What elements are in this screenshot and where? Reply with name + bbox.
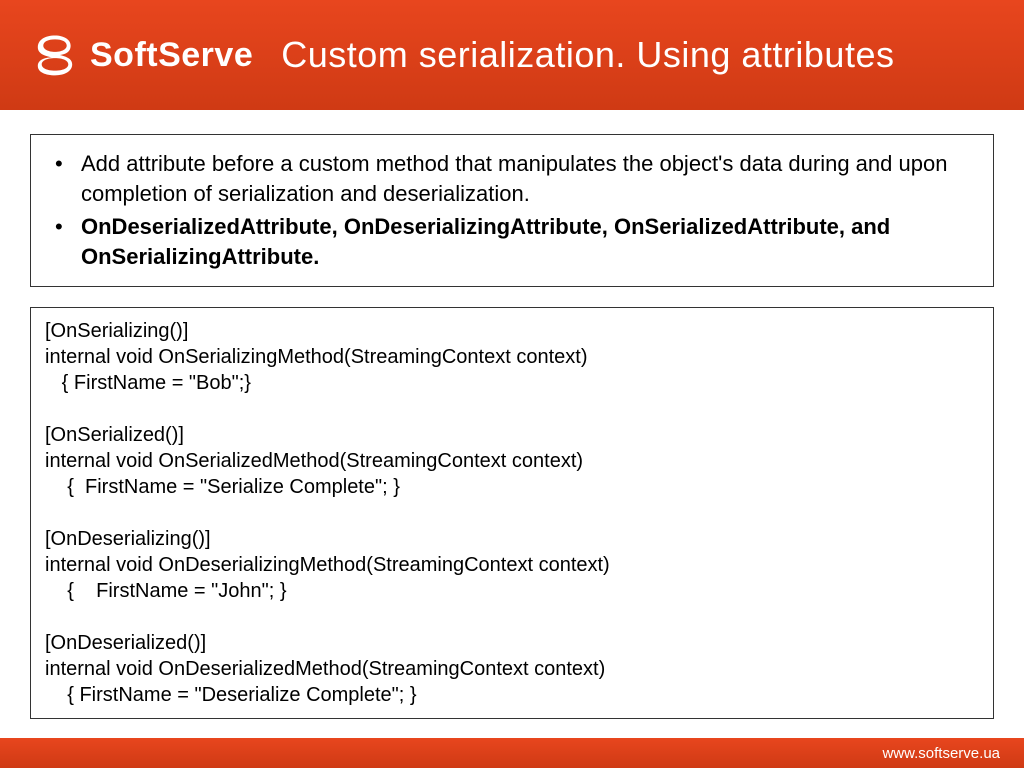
- softserve-logo-icon: [30, 30, 80, 80]
- header-bar: SoftServe Custom serialization. Using at…: [0, 0, 1024, 110]
- bullet-text: OnDeserializedAttribute, OnDeserializing…: [81, 214, 890, 269]
- slide-title: Custom serialization. Using attributes: [281, 34, 894, 76]
- bullet-item: OnDeserializedAttribute, OnDeserializing…: [45, 212, 979, 271]
- bullet-list: Add attribute before a custom method tha…: [45, 149, 979, 272]
- code-box: [OnSerializing()] internal void OnSerial…: [30, 307, 994, 719]
- footer-url: www.softserve.ua: [882, 745, 1000, 762]
- bullet-box: Add attribute before a custom method tha…: [30, 134, 994, 287]
- footer-bar: www.softserve.ua: [0, 738, 1024, 768]
- brand-logo: SoftServe: [30, 30, 253, 80]
- slide: SoftServe Custom serialization. Using at…: [0, 0, 1024, 768]
- brand-name: SoftServe: [90, 36, 253, 75]
- code-snippet: [OnSerializing()] internal void OnSerial…: [45, 318, 979, 708]
- bullet-item: Add attribute before a custom method tha…: [45, 149, 979, 208]
- bullet-text: Add attribute before a custom method tha…: [81, 151, 947, 206]
- slide-body: Add attribute before a custom method tha…: [0, 110, 1024, 738]
